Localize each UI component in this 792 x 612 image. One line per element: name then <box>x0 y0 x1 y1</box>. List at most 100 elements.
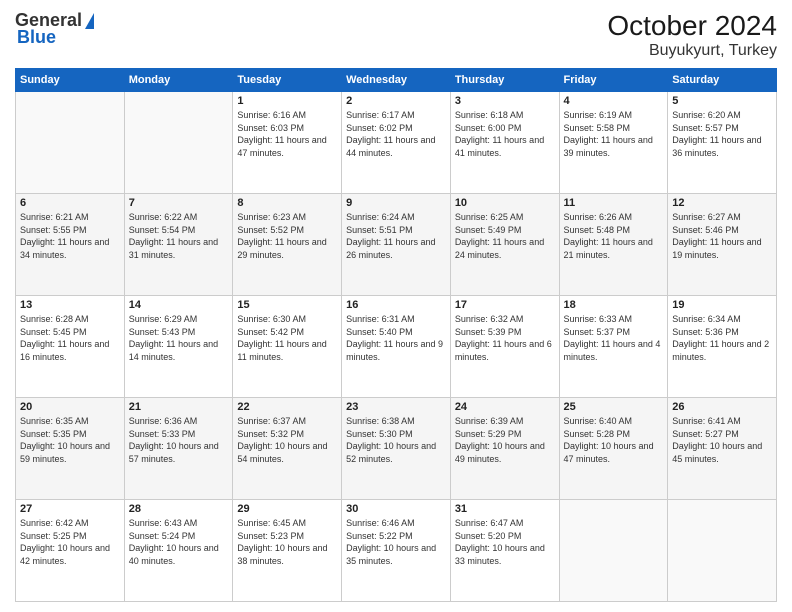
day-number: 13 <box>20 299 120 311</box>
calendar-table: Sunday Monday Tuesday Wednesday Thursday… <box>15 68 777 602</box>
calendar-cell: 5 Sunrise: 6:20 AMSunset: 5:57 PMDaylight… <box>668 92 777 194</box>
calendar-week-5: 27 Sunrise: 6:42 AMSunset: 5:25 PMDayligh… <box>16 500 777 602</box>
header-monday: Monday <box>124 69 233 92</box>
day-info: Sunrise: 6:22 AMSunset: 5:54 PMDaylight:… <box>129 211 229 261</box>
day-number: 15 <box>237 299 337 311</box>
calendar-cell: 9 Sunrise: 6:24 AMSunset: 5:51 PMDaylight… <box>342 194 451 296</box>
day-info: Sunrise: 6:42 AMSunset: 5:25 PMDaylight:… <box>20 517 120 567</box>
calendar-cell: 18 Sunrise: 6:33 AMSunset: 5:37 PMDayligh… <box>559 296 668 398</box>
day-info: Sunrise: 6:45 AMSunset: 5:23 PMDaylight:… <box>237 517 337 567</box>
day-number: 19 <box>672 299 772 311</box>
day-info: Sunrise: 6:21 AMSunset: 5:55 PMDaylight:… <box>20 211 120 261</box>
day-number: 1 <box>237 95 337 107</box>
day-number: 20 <box>20 401 120 413</box>
day-number: 3 <box>455 95 555 107</box>
calendar-cell: 27 Sunrise: 6:42 AMSunset: 5:25 PMDayligh… <box>16 500 125 602</box>
day-number: 30 <box>346 503 446 515</box>
calendar-cell <box>668 500 777 602</box>
calendar-cell: 19 Sunrise: 6:34 AMSunset: 5:36 PMDayligh… <box>668 296 777 398</box>
day-number: 5 <box>672 95 772 107</box>
calendar-cell: 11 Sunrise: 6:26 AMSunset: 5:48 PMDayligh… <box>559 194 668 296</box>
day-info: Sunrise: 6:35 AMSunset: 5:35 PMDaylight:… <box>20 415 120 465</box>
logo-blue-text: Blue <box>15 27 56 48</box>
calendar-cell: 24Sunrise: 6:39 AMSunset: 5:29 PMDayligh… <box>450 398 559 500</box>
day-info: Sunrise: 6:32 AMSunset: 5:39 PMDaylight:… <box>455 313 555 363</box>
day-number: 31 <box>455 503 555 515</box>
day-info: Sunrise: 6:24 AMSunset: 5:51 PMDaylight:… <box>346 211 446 261</box>
day-number: 26 <box>672 401 772 413</box>
day-number: 7 <box>129 197 229 209</box>
location-title: Buyukyurt, Turkey <box>607 42 777 60</box>
header-tuesday: Tuesday <box>233 69 342 92</box>
day-info: Sunrise: 6:29 AMSunset: 5:43 PMDaylight:… <box>129 313 229 363</box>
day-info: Sunrise: 6:38 AMSunset: 5:30 PMDaylight:… <box>346 415 446 465</box>
calendar-cell: 25 Sunrise: 6:40 AMSunset: 5:28 PMDayligh… <box>559 398 668 500</box>
day-number: 9 <box>346 197 446 209</box>
calendar-cell: 23 Sunrise: 6:38 AMSunset: 5:30 PMDayligh… <box>342 398 451 500</box>
calendar-cell <box>16 92 125 194</box>
day-info: Sunrise: 6:34 AMSunset: 5:36 PMDaylight:… <box>672 313 772 363</box>
header-friday: Friday <box>559 69 668 92</box>
logo-triangle-icon <box>85 13 94 29</box>
title-block: October 2024 Buyukyurt, Turkey <box>607 10 777 60</box>
day-info: Sunrise: 6:20 AMSunset: 5:57 PMDaylight:… <box>672 109 772 159</box>
day-info: Sunrise: 6:28 AMSunset: 5:45 PMDaylight:… <box>20 313 120 363</box>
header-thursday: Thursday <box>450 69 559 92</box>
day-number: 2 <box>346 95 446 107</box>
day-info: Sunrise: 6:23 AMSunset: 5:52 PMDaylight:… <box>237 211 337 261</box>
day-info: Sunrise: 6:26 AMSunset: 5:48 PMDaylight:… <box>564 211 664 261</box>
calendar-week-4: 20 Sunrise: 6:35 AMSunset: 5:35 PMDayligh… <box>16 398 777 500</box>
day-number: 18 <box>564 299 664 311</box>
calendar-cell: 13 Sunrise: 6:28 AMSunset: 5:45 PMDayligh… <box>16 296 125 398</box>
day-info: Sunrise: 6:18 AMSunset: 6:00 PMDaylight:… <box>455 109 555 159</box>
day-number: 22 <box>237 401 337 413</box>
day-info: Sunrise: 6:47 AMSunset: 5:20 PMDaylight:… <box>455 517 555 567</box>
calendar-cell: 7 Sunrise: 6:22 AMSunset: 5:54 PMDaylight… <box>124 194 233 296</box>
day-info: Sunrise: 6:39 AMSunset: 5:29 PMDaylight:… <box>455 415 555 465</box>
calendar-cell: 3 Sunrise: 6:18 AMSunset: 6:00 PMDaylight… <box>450 92 559 194</box>
day-info: Sunrise: 6:40 AMSunset: 5:28 PMDaylight:… <box>564 415 664 465</box>
calendar-cell: 6Sunrise: 6:21 AMSunset: 5:55 PMDaylight… <box>16 194 125 296</box>
day-info: Sunrise: 6:17 AMSunset: 6:02 PMDaylight:… <box>346 109 446 159</box>
day-number: 25 <box>564 401 664 413</box>
day-info: Sunrise: 6:31 AMSunset: 5:40 PMDaylight:… <box>346 313 446 363</box>
calendar-cell <box>124 92 233 194</box>
calendar-cell: 26 Sunrise: 6:41 AMSunset: 5:27 PMDayligh… <box>668 398 777 500</box>
day-number: 17 <box>455 299 555 311</box>
day-info: Sunrise: 6:37 AMSunset: 5:32 PMDaylight:… <box>237 415 337 465</box>
day-info: Sunrise: 6:27 AMSunset: 5:46 PMDaylight:… <box>672 211 772 261</box>
calendar-week-2: 6Sunrise: 6:21 AMSunset: 5:55 PMDaylight… <box>16 194 777 296</box>
day-number: 8 <box>237 197 337 209</box>
day-number: 12 <box>672 197 772 209</box>
calendar-cell: 20 Sunrise: 6:35 AMSunset: 5:35 PMDayligh… <box>16 398 125 500</box>
header-sunday: Sunday <box>16 69 125 92</box>
day-number: 16 <box>346 299 446 311</box>
day-number: 11 <box>564 197 664 209</box>
calendar-cell: 15 Sunrise: 6:30 AMSunset: 5:42 PMDayligh… <box>233 296 342 398</box>
calendar-cell: 30 Sunrise: 6:46 AMSunset: 5:22 PMDayligh… <box>342 500 451 602</box>
day-number: 23 <box>346 401 446 413</box>
day-number: 28 <box>129 503 229 515</box>
calendar-cell: 22 Sunrise: 6:37 AMSunset: 5:32 PMDayligh… <box>233 398 342 500</box>
day-info: Sunrise: 6:43 AMSunset: 5:24 PMDaylight:… <box>129 517 229 567</box>
day-number: 27 <box>20 503 120 515</box>
day-number: 29 <box>237 503 337 515</box>
day-number: 21 <box>129 401 229 413</box>
calendar-cell: 4Sunrise: 6:19 AMSunset: 5:58 PMDaylight… <box>559 92 668 194</box>
month-title: October 2024 <box>607 10 777 42</box>
day-info: Sunrise: 6:41 AMSunset: 5:27 PMDaylight:… <box>672 415 772 465</box>
day-number: 4 <box>564 95 664 107</box>
day-info: Sunrise: 6:36 AMSunset: 5:33 PMDaylight:… <box>129 415 229 465</box>
day-info: Sunrise: 6:33 AMSunset: 5:37 PMDaylight:… <box>564 313 664 363</box>
day-info: Sunrise: 6:46 AMSunset: 5:22 PMDaylight:… <box>346 517 446 567</box>
calendar-cell: 8 Sunrise: 6:23 AMSunset: 5:52 PMDaylight… <box>233 194 342 296</box>
calendar-week-3: 13 Sunrise: 6:28 AMSunset: 5:45 PMDayligh… <box>16 296 777 398</box>
calendar-cell: 16 Sunrise: 6:31 AMSunset: 5:40 PMDayligh… <box>342 296 451 398</box>
calendar-cell: 31 Sunrise: 6:47 AMSunset: 5:20 PMDayligh… <box>450 500 559 602</box>
calendar-week-1: 1Sunrise: 6:16 AMSunset: 6:03 PMDaylight… <box>16 92 777 194</box>
calendar-cell: 1Sunrise: 6:16 AMSunset: 6:03 PMDaylight… <box>233 92 342 194</box>
day-info: Sunrise: 6:30 AMSunset: 5:42 PMDaylight:… <box>237 313 337 363</box>
header-saturday: Saturday <box>668 69 777 92</box>
calendar-cell: 28 Sunrise: 6:43 AMSunset: 5:24 PMDayligh… <box>124 500 233 602</box>
calendar-cell: 2 Sunrise: 6:17 AMSunset: 6:02 PMDaylight… <box>342 92 451 194</box>
